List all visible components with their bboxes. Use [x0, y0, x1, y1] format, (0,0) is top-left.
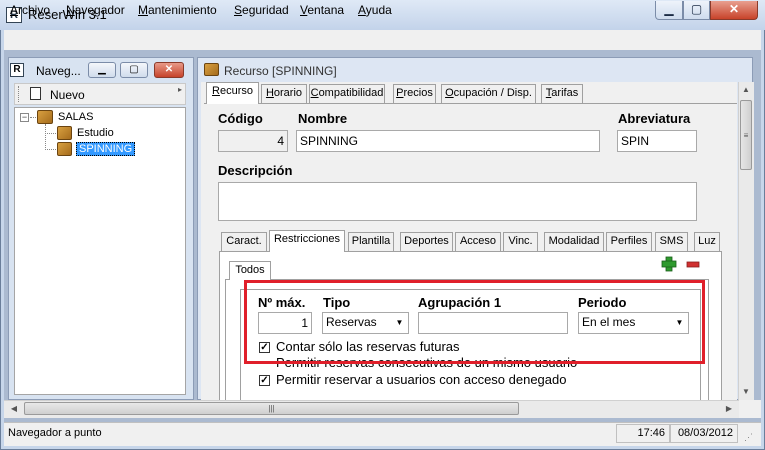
maximize-button[interactable]: ▢	[683, 1, 710, 20]
inner-tab-sms[interactable]: SMS	[655, 232, 688, 251]
new-document-icon[interactable]	[30, 87, 41, 100]
horizontal-scroll-thumb[interactable]: |||	[24, 402, 519, 415]
inner-tab-deportes[interactable]: Deportes	[400, 232, 453, 251]
menu-navegador[interactable]: Navegador	[66, 3, 125, 17]
vertical-scroll-thumb[interactable]: ≡	[740, 100, 752, 170]
abreviatura-field[interactable]: SPIN	[617, 130, 697, 152]
scroll-left-icon[interactable]: ◀	[6, 401, 22, 417]
tree-item-spinning[interactable]: SPINNING	[76, 142, 136, 156]
descripcion-label: Descripción	[218, 163, 293, 178]
toolbar-grip[interactable]	[18, 86, 21, 102]
plus-icon[interactable]	[661, 256, 677, 272]
menu-bar	[4, 30, 761, 50]
navigator-close-button[interactable]: ✕	[154, 62, 184, 78]
scroll-down-icon[interactable]: ▼	[738, 384, 754, 400]
inner-tab-restricciones[interactable]: Restricciones	[269, 230, 345, 252]
menu-mantenimiento[interactable]: Mantenimiento	[138, 3, 217, 17]
inner-tab-modalidad[interactable]: Modalidad	[544, 232, 604, 251]
toolbar-overflow-icon[interactable]: ▸	[178, 85, 182, 94]
descripcion-field[interactable]	[218, 182, 697, 221]
navigator-maximize-button[interactable]: ▢	[120, 62, 148, 78]
tree-collapse-icon[interactable]: −	[20, 113, 29, 122]
navigator-title: Naveg...	[36, 64, 81, 78]
minus-icon[interactable]	[685, 256, 701, 272]
tree-line	[30, 117, 36, 118]
inner-tab-vinc[interactable]: Vinc.	[503, 232, 538, 251]
scroll-right-icon[interactable]: ▶	[721, 401, 737, 417]
inner-tab-luz[interactable]: Luz	[694, 232, 720, 251]
tab-compatibilidad[interactable]: Compatibilidad	[309, 84, 385, 103]
tab-strip-line	[204, 103, 737, 104]
scroll-corner	[739, 400, 761, 418]
tree-item-estudio[interactable]: Estudio	[77, 127, 114, 139]
tree-line	[45, 133, 56, 134]
status-time: 17:46	[616, 424, 670, 443]
subtab-todos[interactable]: Todos	[229, 261, 271, 280]
tab-recurso[interactable]: Recurso	[206, 82, 259, 104]
menu-seguridad[interactable]: Seguridad	[234, 3, 289, 17]
tree-line	[45, 124, 46, 150]
salas-folder-icon	[37, 110, 53, 124]
navigator-minimize-button[interactable]: ▁	[88, 62, 116, 78]
inner-tab-caract[interactable]: Caract.	[221, 232, 267, 251]
codigo-label: Código	[218, 111, 263, 126]
resource-title: Recurso [SPINNING]	[224, 64, 337, 78]
menu-archivo[interactable]: Archivo	[10, 3, 50, 17]
resource-box-icon	[204, 63, 219, 76]
new-button[interactable]: Nuevo	[50, 88, 85, 102]
resize-grip-icon[interactable]: ⋰	[744, 432, 753, 443]
spinning-box-icon	[57, 142, 72, 156]
navigator-app-icon: R	[10, 63, 24, 77]
tree-item-salas[interactable]: SALAS	[58, 111, 93, 123]
tab-horario[interactable]: Horario	[261, 84, 307, 103]
codigo-field[interactable]: 4	[218, 130, 288, 152]
menu-ventana[interactable]: Ventana	[300, 3, 344, 17]
check-acceso-denegado[interactable]: ✓	[259, 375, 270, 386]
inner-tab-acceso[interactable]: Acceso	[455, 232, 501, 251]
abreviatura-label: Abreviatura	[618, 111, 691, 126]
tree-line	[45, 149, 56, 150]
tab-tarifas[interactable]: Tarifas	[541, 84, 583, 103]
nombre-field[interactable]: SPINNING	[296, 130, 600, 152]
close-button[interactable]: ✕	[710, 1, 758, 20]
tab-ocupacion[interactable]: Ocupación / Disp.	[441, 84, 536, 103]
red-highlight-box	[244, 280, 705, 364]
inner-tab-plantilla[interactable]: Plantilla	[348, 232, 394, 251]
minimize-button[interactable]: ▁	[655, 1, 683, 20]
estudio-box-icon	[57, 126, 72, 140]
inner-tab-perfiles[interactable]: Perfiles	[606, 232, 652, 251]
tab-precios[interactable]: Precios	[393, 84, 436, 103]
status-message: Navegador a punto	[8, 427, 102, 439]
status-date: 08/03/2012	[670, 424, 738, 443]
scroll-up-icon[interactable]: ▲	[738, 82, 754, 98]
menu-ayuda[interactable]: Ayuda	[358, 3, 392, 17]
nombre-label: Nombre	[298, 111, 348, 126]
check-acceso-denegado-label: Permitir reservar a usuarios con acceso …	[276, 372, 567, 387]
